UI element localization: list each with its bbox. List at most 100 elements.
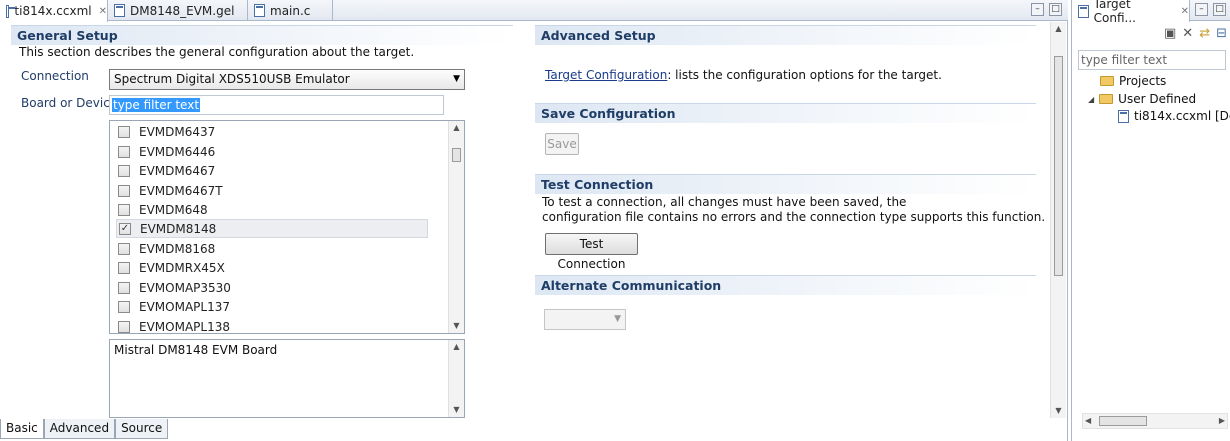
expanded-triangle-icon[interactable]: ◢ [1088,95,1094,104]
link-editor-icon[interactable]: ⇄ [1199,26,1210,41]
scroll-thumb[interactable] [452,148,461,162]
tab-label: DM8148_EVM.gel [130,3,235,18]
list-item[interactable]: EVMOMAPL138 [116,317,428,333]
alternate-communication-title: Alternate Communication [535,275,1036,295]
target-configuration-link[interactable]: Target Configuration [545,68,667,82]
editor-scrollbar[interactable]: ▲ ▼ [1050,22,1066,418]
minimize-icon[interactable]: – [1195,3,1208,16]
tree-item-ti814x-ccxml[interactable]: ti814x.ccxml [Def [1118,109,1230,123]
device-filter-input[interactable]: type filter text [109,95,444,115]
checkbox[interactable] [118,125,130,138]
tree-item-user-defined[interactable]: ◢ User Defined [1088,92,1196,106]
chevron-down-icon: ▼ [453,74,460,84]
chevron-down-icon: ▼ [614,314,621,324]
checkbox[interactable] [118,164,130,177]
link-suffix: : lists the configuration options for th… [667,68,942,82]
checkbox[interactable] [118,184,130,197]
close-icon[interactable]: ✕ [99,6,107,17]
device-list: EVMDM6437 EVMDM6446 EVMDM6467 EVMDM6467T… [109,120,465,334]
tree-label: User Defined [1118,92,1197,106]
list-item[interactable]: EVMDMRX45X [116,258,428,277]
view-filter-input[interactable]: type filter text [1078,50,1226,70]
device-list-scrollbar[interactable]: ▲ ▼ [448,121,464,333]
scroll-thumb[interactable] [1054,56,1063,276]
device-name: EVMDM6446 [139,144,216,159]
close-icon[interactable]: ✕ [1181,6,1189,17]
editor-page-tabs: Basic Advanced Source [0,419,169,439]
maximize-icon[interactable]: □ [1049,3,1062,16]
scroll-up-icon[interactable]: ▲ [449,121,464,135]
scroll-up-icon[interactable]: ▲ [1051,22,1066,36]
device-name: EVMDM8148 [140,221,217,236]
device-name: EVMDM648 [139,202,208,217]
tab-label: ti814x.ccxml [14,4,92,18]
checkbox-checked[interactable]: ✓ [119,222,131,235]
save-configuration-title: Save Configuration [535,103,1036,123]
tab-target-configurations[interactable]: Target Confi... ✕ [1072,0,1190,25]
list-item[interactable]: EVMDM6467T [116,181,428,200]
checkbox[interactable] [118,261,130,274]
collapse-all-icon[interactable]: ⊟ [1216,26,1227,41]
device-description-box: Mistral DM8148 EVM Board ▲ ▼ [109,339,465,418]
description-scrollbar[interactable]: ▲ ▼ [448,340,464,417]
scroll-up-icon[interactable]: ▲ [449,340,464,354]
folder-open-icon [1099,94,1114,104]
save-button[interactable]: Save [545,133,579,155]
list-item[interactable]: EVMDM6437 [116,122,428,141]
tab-source[interactable]: Source [115,419,169,439]
file-icon [254,4,265,17]
target-config-icon [1078,4,1089,18]
general-setup-title: General Setup [11,25,513,45]
checkbox[interactable] [118,203,130,216]
file-icon [114,4,125,17]
view-horizontal-scrollbar[interactable]: ◀ ▶ [1082,413,1228,429]
general-setup-description: This section describes the general confi… [19,45,415,59]
list-item[interactable]: EVMDM6446 [116,142,428,161]
target-config-editor: ti814x.ccxml ✕ DM8148_EVM.gel main.c – □… [0,0,1068,441]
scroll-down-icon[interactable]: ▼ [449,319,464,333]
list-item[interactable]: EVMDM6467 [116,161,428,180]
tab-label: main.c [270,3,311,18]
list-item-selected[interactable]: ✓ EVMDM8148 [116,219,428,238]
device-name: EVMOMAPL137 [139,299,230,314]
scroll-down-icon[interactable]: ▼ [449,403,464,417]
minimize-icon[interactable]: – [1031,3,1044,16]
scroll-right-icon[interactable]: ▶ [1219,414,1225,428]
tab-basic[interactable]: Basic [0,419,44,439]
checkbox[interactable] [118,145,130,158]
editor-tab-bar: ti814x.ccxml ✕ DM8148_EVM.gel main.c – □ [0,0,1068,22]
tree-label: ti814x.ccxml [Def [1134,109,1230,123]
delete-icon[interactable]: ✕ [1182,26,1193,41]
tree-item-projects[interactable]: Projects [1100,74,1166,88]
connection-dropdown[interactable]: Spectrum Digital XDS510USB Emulator ▼ [109,69,465,90]
list-item[interactable]: EVMDM8168 [116,239,428,258]
list-item[interactable]: EVMOMAPL137 [116,297,428,316]
new-config-icon[interactable]: ▣ [1164,26,1176,41]
alternate-communication-dropdown[interactable]: ▼ [544,309,626,330]
list-item[interactable]: EVMOMAP3530 [116,278,428,297]
maximize-icon[interactable]: □ [1213,3,1226,16]
view-filter-placeholder: type filter text [1081,53,1168,67]
tab-dm8148-evm-gel[interactable]: DM8148_EVM.gel [108,0,248,21]
scroll-thumb[interactable] [1099,416,1147,426]
scroll-left-icon[interactable]: ◀ [1085,414,1091,428]
view-toolbar: ▣ ✕ ⇄ ⊟ [1072,22,1230,44]
checkbox[interactable] [118,242,130,255]
test-connection-button[interactable]: Test Connection [545,233,638,271]
scroll-down-icon[interactable]: ▼ [1051,404,1066,418]
device-name: EVMDM6467 [139,163,216,178]
tab-advanced[interactable]: Advanced [43,419,116,439]
advanced-setup-text: Target Configuration: lists the configur… [545,68,942,82]
device-description: Mistral DM8148 EVM Board [114,343,278,357]
checkbox[interactable] [118,320,130,333]
device-name: EVMDMRX45X [139,260,225,275]
tab-main-c[interactable]: main.c [248,0,333,21]
tab-ti814x-ccxml[interactable]: ti814x.ccxml ✕ [0,0,108,22]
list-item[interactable]: EVMDM648 [116,200,428,219]
connection-value: Spectrum Digital XDS510USB Emulator [114,72,350,86]
checkbox[interactable] [118,300,130,313]
ccxml-file-icon [1118,109,1129,123]
filter-text: type filter text [112,98,201,112]
checkbox[interactable] [118,281,130,294]
test-connection-text-1: To test a connection, all changes must h… [542,195,907,209]
